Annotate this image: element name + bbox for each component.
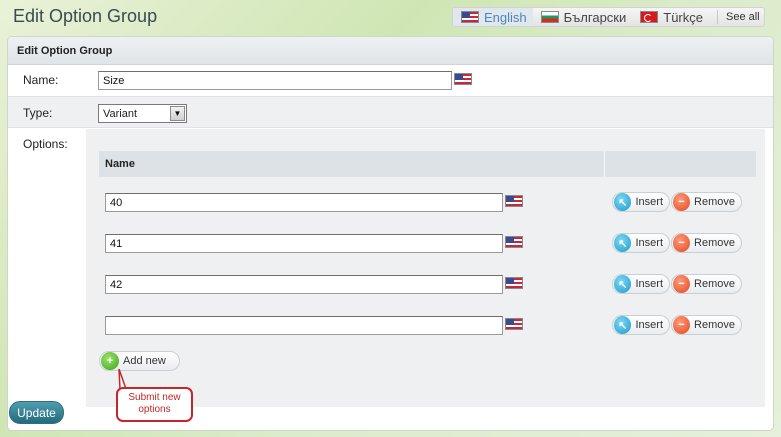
insert-button[interactable]: ↖ Insert (612, 274, 670, 294)
insert-label: Insert (635, 319, 663, 331)
us-flag-icon (454, 73, 472, 85)
option-value-input[interactable] (105, 275, 503, 294)
option-value-input[interactable] (105, 234, 503, 253)
insert-label: Insert (635, 278, 663, 290)
name-row: Name: (8, 65, 773, 95)
add-new-button[interactable]: + Add new (99, 351, 180, 371)
divider (716, 10, 718, 24)
minus-icon: − (673, 234, 691, 252)
minus-icon: − (673, 275, 691, 293)
arrow-up-left-icon: ↖ (614, 234, 632, 252)
insert-label: Insert (635, 196, 663, 208)
panel-header: Edit Option Group (8, 37, 773, 65)
plus-icon: + (101, 352, 119, 370)
add-new-label: Add new (123, 355, 166, 367)
tr-flag-icon (640, 11, 659, 23)
page-title: Edit Option Group (13, 6, 158, 26)
language-label: Български (563, 9, 627, 25)
us-flag-icon (461, 11, 479, 23)
remove-button[interactable]: − Remove (671, 192, 742, 212)
language-label: Türkçe (663, 9, 703, 25)
insert-button[interactable]: ↖ Insert (612, 233, 670, 253)
us-flag-icon (505, 318, 523, 330)
option-row: ↖Insert −Remove (99, 182, 756, 222)
remove-label: Remove (694, 237, 735, 249)
update-button[interactable]: Update (9, 401, 64, 424)
options-table-header: Name (99, 151, 756, 177)
us-flag-icon (505, 236, 523, 248)
remove-button[interactable]: − Remove (671, 274, 742, 294)
language-switcher: English Български Türkçe See all (452, 7, 765, 27)
arrow-up-left-icon: ↖ (614, 316, 632, 334)
language-bulgarian[interactable]: Български (533, 8, 633, 26)
arrow-up-left-icon: ↖ (614, 193, 632, 211)
bg-flag-icon (540, 11, 559, 23)
type-row: Type: Variant ▼ (8, 96, 773, 128)
type-label: Type: (23, 106, 53, 120)
options-label: Options: (23, 137, 68, 151)
column-header-name: Name (99, 151, 605, 177)
us-flag-icon (505, 277, 523, 289)
language-english[interactable]: English (453, 8, 533, 26)
insert-button[interactable]: ↖ Insert (612, 315, 670, 335)
option-value-input[interactable] (105, 316, 503, 335)
option-row: ↖Insert −Remove (99, 264, 756, 304)
option-row: ↖Insert −Remove (99, 305, 756, 345)
see-all-link[interactable]: See all (722, 11, 764, 23)
chevron-down-icon[interactable]: ▼ (170, 106, 185, 121)
type-select[interactable]: Variant ▼ (98, 104, 187, 123)
minus-icon: − (673, 193, 691, 211)
name-label: Name: (23, 73, 59, 87)
insert-button[interactable]: ↖ Insert (612, 192, 670, 212)
remove-label: Remove (694, 319, 735, 331)
option-value-input[interactable] (105, 193, 503, 212)
remove-button[interactable]: − Remove (671, 315, 742, 335)
remove-label: Remove (694, 196, 735, 208)
edit-option-group-panel: Edit Option Group Name: Type: Variant ▼ … (7, 36, 774, 431)
minus-icon: − (673, 316, 691, 334)
name-input[interactable] (98, 71, 452, 90)
remove-button[interactable]: − Remove (671, 233, 742, 253)
us-flag-icon (505, 195, 523, 207)
language-turkish[interactable]: Türkçe (632, 8, 709, 26)
option-row: ↖Insert −Remove (99, 223, 756, 263)
arrow-up-left-icon: ↖ (614, 275, 632, 293)
language-label: English (484, 9, 527, 25)
options-table: Name ↖Insert −Remove ↖Insert −Remove ↖In… (86, 129, 765, 407)
type-select-value: Variant (103, 107, 138, 120)
insert-label: Insert (635, 237, 663, 249)
remove-label: Remove (694, 278, 735, 290)
options-row: Options: Name ↖Insert −Remove ↖Insert −R… (8, 129, 773, 407)
submit-new-options-callout: Submit new options (116, 387, 193, 422)
